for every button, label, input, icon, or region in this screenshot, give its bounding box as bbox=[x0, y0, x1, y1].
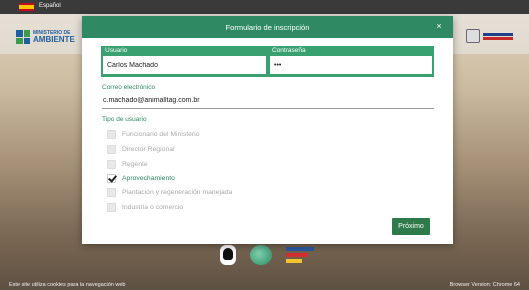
option-plantacion[interactable]: Plantación y regeneración manejada bbox=[107, 186, 232, 198]
credentials-box: Usuario Contraseña bbox=[101, 46, 434, 77]
checkbox-industria[interactable] bbox=[107, 202, 116, 212]
email-label: Correo electrónico bbox=[102, 84, 156, 91]
flag-stripes-icon bbox=[483, 32, 513, 40]
wwf-panda-icon bbox=[220, 245, 236, 265]
ministerio-logo: MINISTERIO DE AMBIENTE bbox=[16, 27, 76, 47]
government-logo bbox=[466, 27, 516, 45]
partner-bars-icon bbox=[286, 247, 314, 263]
spain-flag-icon[interactable] bbox=[19, 3, 34, 11]
checkbox-aprovechamiento-checked[interactable] bbox=[107, 173, 116, 183]
option-funcionario[interactable]: Funcionario del Ministerio bbox=[107, 128, 199, 140]
usuario-label: Usuario bbox=[105, 47, 128, 54]
ministerio-mark-icon bbox=[16, 30, 30, 44]
browser-version: Browser Version: Chrome 64 bbox=[449, 282, 520, 288]
next-button[interactable]: Próximo bbox=[392, 218, 430, 235]
usuario-input[interactable] bbox=[103, 56, 266, 74]
option-regente[interactable]: Regente bbox=[107, 158, 148, 170]
partner-logos bbox=[220, 243, 314, 267]
checkbox-plantacion[interactable] bbox=[107, 187, 116, 197]
top-bar: Español bbox=[0, 0, 529, 14]
language-selector[interactable]: Español bbox=[39, 3, 61, 9]
email-input[interactable] bbox=[102, 93, 434, 109]
tipo-usuario-label: Tipo de usuario bbox=[102, 116, 147, 123]
close-icon[interactable]: × bbox=[434, 21, 444, 31]
globe-logo-icon bbox=[250, 245, 272, 265]
registration-modal: Formulario de inscripción × Usuario Cont… bbox=[82, 16, 453, 244]
option-industria[interactable]: Industria o comercio bbox=[107, 201, 183, 213]
option-label: Funcionario del Ministerio bbox=[122, 130, 200, 138]
checkbox-director-regional[interactable] bbox=[107, 144, 116, 154]
option-director-regional[interactable]: Director Regional bbox=[107, 143, 175, 155]
option-label: Director Regional bbox=[122, 145, 175, 153]
cookie-notice: Este site utiliza cookies para la navega… bbox=[9, 282, 126, 288]
option-label: Regente bbox=[122, 160, 148, 168]
contrasena-input[interactable] bbox=[270, 56, 432, 74]
option-label: Aprovechamiento bbox=[122, 174, 175, 182]
modal-title: Formulario de inscripción bbox=[225, 22, 310, 32]
checkbox-regente[interactable] bbox=[107, 159, 116, 169]
modal-header: Formulario de inscripción × bbox=[82, 16, 453, 38]
checkbox-funcionario[interactable] bbox=[107, 129, 116, 139]
option-label: Industria o comercio bbox=[122, 203, 184, 211]
logo-line2: AMBIENTE bbox=[33, 34, 75, 44]
option-aprovechamiento[interactable]: Aprovechamiento bbox=[107, 172, 175, 184]
seal-icon bbox=[466, 29, 480, 43]
option-label: Plantación y regeneración manejada bbox=[122, 188, 233, 196]
contrasena-label: Contraseña bbox=[272, 47, 306, 54]
